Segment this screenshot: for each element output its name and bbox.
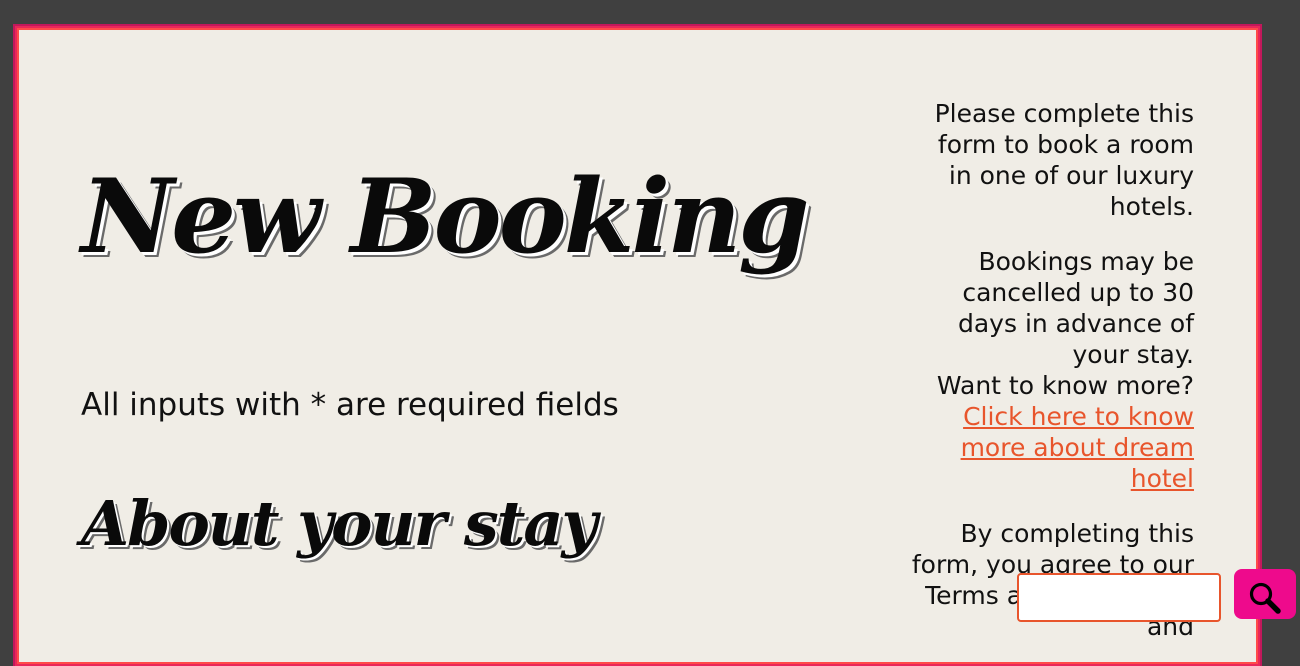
- page-frame: New Booking All inputs with * are requir…: [13, 24, 1262, 666]
- search-input[interactable]: [1017, 573, 1221, 622]
- required-fields-note: All inputs with * are required fields: [81, 387, 619, 423]
- page-title: New Booking: [81, 157, 810, 277]
- cancellation-text: Bookings may be cancelled up to 30 days …: [957, 247, 1194, 369]
- search-button[interactable]: [1234, 569, 1296, 619]
- search-icon: [1249, 582, 1281, 614]
- section-heading-about-stay: About your stay: [81, 487, 598, 560]
- more-info-link[interactable]: Click here to know more about dream hote…: [961, 402, 1194, 493]
- more-prompt-text: Want to know more?: [936, 371, 1194, 400]
- intro-text: Please complete this form to book a room…: [934, 99, 1194, 221]
